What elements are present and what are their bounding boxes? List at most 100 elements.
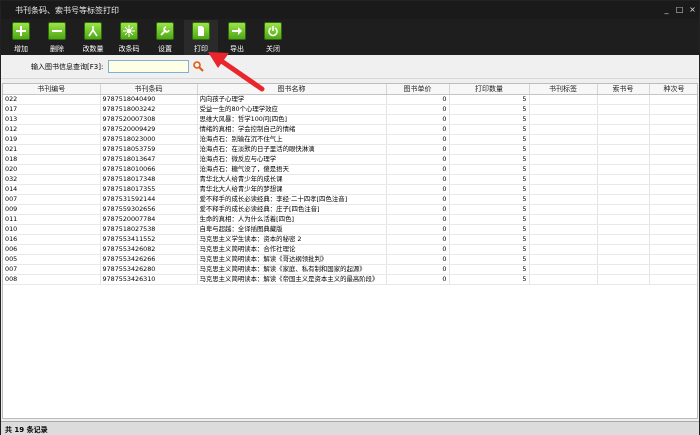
search-bar: 输入图书信息查询[F3]: [1,55,699,79]
table-cell: 012 [3,124,101,135]
table-cell: 内向孩子心理学 [197,94,387,105]
table-cell: 9787518017355 [100,184,198,195]
table-cell: 008 [3,274,101,285]
table-cell: 9787520007784 [100,214,198,225]
column-header-print-qty[interactable]: 打印数量 [449,84,530,95]
table-cell: 011 [3,214,101,225]
table-cell: 5 [449,224,530,235]
print-icon [192,22,210,40]
book-table: 书刊编号 书刊条码 图书名称 图书单价 打印数量 书刊标签 索书号 种次号 02… [2,83,698,419]
table-cell [597,114,650,125]
table-cell: 020 [3,164,101,175]
table-row[interactable]: 006 9787553426082 马克思主义简明读本：合作社理论 0 5 [3,244,697,255]
table-row[interactable]: 013 9787520007308 思维大风暴：哲学100问[四色] 0 5 [3,114,697,125]
table-cell: 9787518027538 [100,224,198,235]
table-row[interactable]: 007 9787531592144 爱不释手的成长必读经典：李经·二十四孝[四色注音… [3,194,697,205]
table-cell [597,204,650,215]
edit-quantity-button[interactable]: 改数量 [76,20,110,55]
table-cell [649,184,697,195]
table-row[interactable]: 007 9787553426280 马克思主义简明读本：解读《家庭、私有制和国家的起… [3,264,697,275]
close-window-button[interactable]: × [687,5,698,15]
export-arrow-icon [228,22,246,40]
table-row[interactable]: 014 9787518017355 青华北大人给青少年的梦想课 0 5 [3,184,697,195]
table-cell [529,144,598,155]
table-row[interactable]: 019 9787518023000 沧海点石：别输在沉不住气上 0 5 [3,134,697,145]
table-row[interactable]: 012 9787520009429 情绪的真相：学会控制自己的情绪 0 5 [3,124,697,135]
table-row[interactable]: 020 9787518010066 沧海点石：糖气没了，傻是捂天 0 5 [3,164,697,175]
close-button[interactable]: 关闭 [256,20,290,55]
table-cell: 爱不释手的成长必读经典：李经·二十四孝[四色注音] [197,194,387,205]
table-cell: 沧海点石：糖气没了，傻是捂天 [197,164,387,175]
table-cell: 5 [449,194,530,205]
table-cell: 5 [449,144,530,155]
add-button[interactable]: 增加 [4,20,38,55]
minimize-button[interactable]: _ [661,5,672,15]
table-row[interactable]: 010 9787518027538 自卑与超越：全译插图典藏版 0 5 [3,224,697,235]
table-cell [649,174,697,185]
search-input[interactable] [108,60,189,73]
table-cell: 情绪的真相：学会控制自己的情绪 [197,124,387,135]
table-cell: 5 [449,244,530,255]
table-cell [597,164,650,175]
table-cell [649,94,697,105]
table-cell: 5 [449,164,530,175]
table-row[interactable]: 021 9787518053759 沧海点石：在淡默的日子里活的眼快淋漓 0 5 [3,144,697,155]
table-header-row: 书刊编号 书刊条码 图书名称 图书单价 打印数量 书刊标签 索书号 种次号 [3,84,697,95]
application-window: 书刊条码、索书号等标签打印 _ □ × 增加 删除 改数量 改条码 设置 打印 [0,0,700,435]
table-cell: 018 [3,154,101,165]
column-header-species-number[interactable]: 种次号 [649,84,697,95]
table-cell: 5 [449,254,530,265]
print-button[interactable]: 打印 [184,20,218,55]
table-row[interactable]: 022 9787518040490 内向孩子心理学 0 5 [3,94,697,105]
table-cell [649,264,697,275]
delete-button[interactable]: 删除 [40,20,74,55]
table-cell: 013 [3,114,101,125]
export-button[interactable]: 导出 [220,20,254,55]
table-cell: 9787520007308 [100,114,198,125]
table-row[interactable]: 011 9787520007784 生命的真相：人为什么活着[四色] 0 5 [3,214,697,225]
table-row[interactable]: 005 9787553426266 马克思主义简明读本：解读《哥达纲领批判》 0 5 [3,254,697,265]
search-label: 输入图书信息查询[F3]: [31,63,104,71]
table-cell [597,104,650,115]
table-cell: 青华北大人给青少年的梦想课 [197,184,387,195]
search-icon[interactable] [192,60,204,72]
table-row[interactable]: 017 9787518003242 受益一生的80个心理学效应 0 5 [3,104,697,115]
table-row[interactable]: 018 9787518013647 沧海点石：微反应与心理学 0 5 [3,154,697,165]
table-cell: 0 [386,224,450,235]
table-cell: 017 [3,104,101,115]
toolbar: 增加 删除 改数量 改条码 设置 打印 导出 关闭 [1,19,699,55]
table-cell [597,144,650,155]
table-cell: 5 [449,264,530,275]
column-header-label[interactable]: 书刊标签 [529,84,598,95]
table-cell [597,224,650,235]
table-cell [597,214,650,225]
column-header-title[interactable]: 图书名称 [197,84,387,95]
table-cell: 5 [449,124,530,135]
table-cell: 0 [386,104,450,115]
column-header-barcode[interactable]: 书刊条码 [100,84,198,95]
table-row[interactable]: 008 9787553426310 马克思主义简明读本：解读《帝国主义是资本主义的最… [3,274,697,285]
column-header-price[interactable]: 图书单价 [386,84,450,95]
table-cell: 022 [3,94,101,105]
maximize-button[interactable]: □ [674,5,685,15]
settings-button[interactable]: 设置 [148,20,182,55]
table-cell: 0 [386,174,450,185]
table-cell: 沧海点石：别输在沉不住气上 [197,134,387,145]
table-cell: 0 [386,274,450,285]
table-row[interactable]: 009 9787559302656 爱不释手的成长必读经典：庄子[四色注音] 0 5 [3,204,697,215]
table-cell: 009 [3,204,101,215]
table-cell: 0 [386,144,450,155]
table-cell [529,234,598,245]
table-cell [597,94,650,105]
plus-icon [12,22,30,40]
table-cell: 9787518017348 [100,174,198,185]
table-cell: 沧海点石：微反应与心理学 [197,154,387,165]
edit-barcode-button[interactable]: 改条码 [112,20,146,55]
table-cell [529,164,598,175]
table-cell [529,174,598,185]
table-row[interactable]: 032 9787518017348 青华北大人给青少年的成长课 0 5 [3,174,697,185]
table-cell [649,234,697,245]
table-row[interactable]: 016 9787553411552 马克思主义学生读本：资本的秘密 205 [3,234,697,245]
column-header-call-number[interactable]: 索书号 [597,84,650,95]
column-header-book-id[interactable]: 书刊编号 [3,84,101,95]
